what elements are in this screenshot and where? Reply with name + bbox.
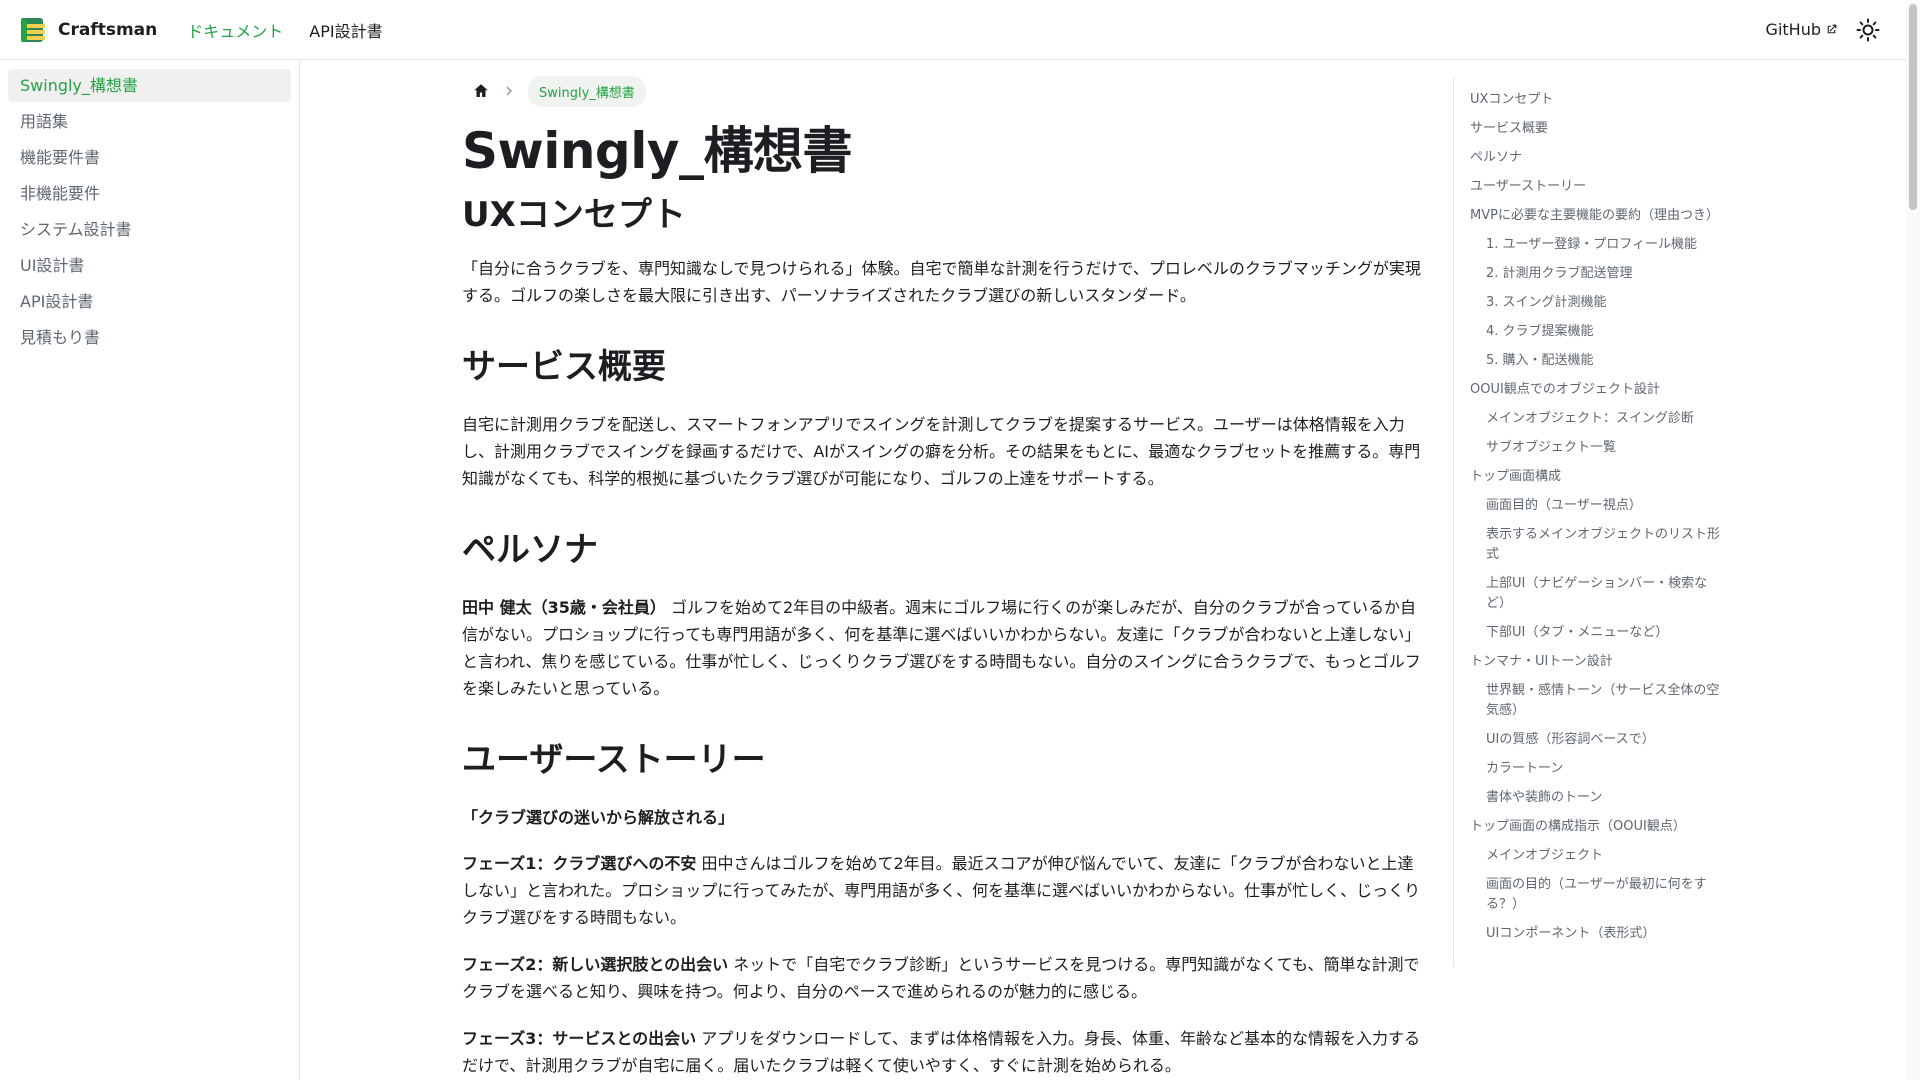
toc-item[interactable]: 5. 購入・配送機能 [1470, 351, 1748, 371]
toc-item[interactable]: メインオブジェクト [1470, 846, 1748, 866]
page-title: Swingly_構想書 [462, 122, 852, 180]
toc-item[interactable]: 1. ユーザー登録・プロフィール機能 [1470, 235, 1748, 255]
doc-content: Swingly_構想書 Swingly_構想書 UXコンセプト 「自分に合うクラ… [462, 61, 1422, 1080]
sidebar-item-swingly-concept[interactable]: Swingly_構想書 [8, 69, 291, 102]
toc-item[interactable]: 画面目的（ユーザー視点） [1470, 496, 1748, 516]
craftsman-logo-icon [21, 17, 45, 42]
toc-item[interactable]: カラートーン [1470, 759, 1748, 779]
toc-item[interactable]: 画面の目的（ユーザーが最初に何をする？） [1470, 875, 1748, 915]
sidebar-item-ui-design[interactable]: UI設計書 [8, 249, 291, 282]
toc-item[interactable]: UXコンセプト [1470, 90, 1748, 110]
toc-item[interactable]: 書体や装飾のトーン [1470, 788, 1748, 808]
service-overview-text: 自宅に計測用クラブを配送し、スマートフォンアプリでスイングを計測してクラブを提案… [462, 414, 1421, 488]
phase-2-title: フェーズ2：新しい選択肢との出会い [462, 955, 729, 975]
toc-item[interactable]: 3. スイング計測機能 [1470, 293, 1748, 313]
theme-toggle-sun-icon[interactable] [1856, 18, 1880, 42]
toc-item[interactable]: 上部UI（ナビゲーションバー・検索など） [1470, 574, 1748, 614]
heading-persona: ペルソナ [462, 529, 598, 570]
scrollbar-thumb[interactable] [1909, 4, 1917, 210]
toc-item[interactable]: 2. 計測用クラブ配送管理 [1470, 264, 1748, 284]
persona-paragraph: 田中 健太（35歳・会社員） ゴルフを始めて2年目の中級者。週末にゴルフ場に行く… [462, 594, 1422, 702]
heading-user-story: ユーザーストーリー [462, 740, 766, 781]
phase-1-paragraph: フェーズ1：クラブ選びへの不安 田中さんはゴルフを始めて2年目。最近スコアが伸び… [462, 850, 1422, 931]
home-icon[interactable] [472, 82, 490, 100]
sidebar-item-non-functional-requirements[interactable]: 非機能要件 [8, 177, 291, 210]
sidebar-item-estimate[interactable]: 見積もり書 [8, 321, 291, 354]
heading-ux-concept: UXコンセプト [462, 194, 686, 235]
sidebar-item-system-design[interactable]: システム設計書 [8, 213, 291, 246]
phase-3-paragraph: フェーズ3：サービスとの出会い アプリをダウンロードして、まずは体格情報を入力。… [462, 1025, 1422, 1079]
nav-link-documents[interactable]: ドキュメント [187, 18, 283, 42]
toc-item[interactable]: トンマナ・UIトーン設計 [1470, 652, 1748, 672]
page-scrollbar[interactable] [1906, 0, 1920, 1080]
brand-link[interactable]: Craftsman [18, 15, 157, 45]
toc-item[interactable]: UIの質感（形容詞ベースで） [1470, 730, 1748, 750]
phase-3-title: フェーズ3：サービスとの出会い [462, 1029, 697, 1049]
heading-service-overview: サービス概要 [462, 346, 666, 387]
sidebar-item-api-design[interactable]: API設計書 [8, 285, 291, 318]
top-navbar: Craftsman ドキュメント API設計書 GitHub [0, 0, 1920, 60]
toc-item[interactable]: サブオブジェクト一覧 [1470, 438, 1748, 458]
navbar-right: GitHub [1766, 18, 1880, 42]
toc-item[interactable]: ペルソナ [1470, 148, 1748, 168]
table-of-contents: UXコンセプト サービス概要 ペルソナ ユーザーストーリー MVPに必要な主要機… [1453, 78, 1748, 967]
github-label: GitHub [1765, 20, 1821, 39]
toc-item[interactable]: OOUI観点でのオブジェクト設計 [1470, 380, 1748, 400]
chevron-right-icon [506, 86, 512, 96]
sidebar-item-functional-requirements[interactable]: 機能要件書 [8, 141, 291, 174]
nav-link-api-spec[interactable]: API設計書 [309, 18, 382, 42]
toc-item[interactable]: 下部UI（タブ・メニューなど） [1470, 623, 1748, 643]
toc-item[interactable]: 表示するメインオブジェクトのリスト形式 [1470, 525, 1748, 565]
sidebar-item-glossary[interactable]: 用語集 [8, 105, 291, 138]
toc-item[interactable]: 世界観・感情トーン（サービス全体の空気感） [1470, 681, 1748, 721]
toc-item[interactable]: UIコンポーネント（表形式） [1470, 924, 1748, 944]
phase-2-paragraph: フェーズ2：新しい選択肢との出会い ネットで「自宅でクラブ診断」というサービスを… [462, 951, 1422, 1005]
toc-item[interactable]: サービス概要 [1470, 119, 1748, 139]
toc-item[interactable]: ユーザーストーリー [1470, 177, 1748, 197]
breadcrumb: Swingly_構想書 [462, 75, 1422, 107]
toc-item[interactable]: 4. クラブ提案機能 [1470, 322, 1748, 342]
github-link[interactable]: GitHub [1766, 20, 1838, 39]
external-link-icon [1827, 24, 1837, 34]
toc-item[interactable]: メインオブジェクト：スイング診断 [1470, 409, 1748, 429]
breadcrumb-current: Swingly_構想書 [528, 75, 646, 107]
ux-concept-text: 「自分に合うクラブを、専門知識なしで見つけられる」体験。自宅で簡単な計測を行うだ… [462, 258, 1421, 305]
toc-item[interactable]: トップ画面構成 [1470, 467, 1748, 487]
toc-item[interactable]: トップ画面の構成指示（OOUI観点） [1470, 817, 1748, 837]
brand-name: Craftsman [58, 19, 158, 40]
toc-item[interactable]: MVPに必要な主要機能の要約（理由つき） [1470, 206, 1748, 226]
persona-name: 田中 健太（35歳・会社員） [462, 598, 666, 618]
user-story-subheading: 「クラブ選びの迷いから解放される」 [462, 808, 735, 828]
docs-sidebar: Swingly_構想書 用語集 機能要件書 非機能要件 システム設計書 UI設計… [0, 61, 300, 1080]
phase-1-title: フェーズ1：クラブ選びへの不安 [462, 854, 697, 874]
